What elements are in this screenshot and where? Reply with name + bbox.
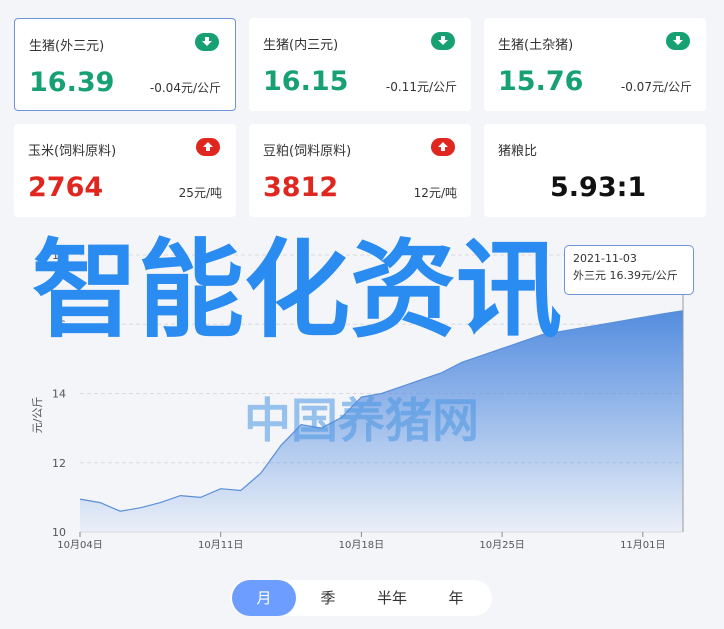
down-arrow-icon bbox=[666, 32, 690, 50]
x-tick-label: 10月18日 bbox=[339, 539, 384, 551]
up-arrow-icon bbox=[196, 138, 220, 156]
card-value: 16.15 bbox=[263, 66, 349, 97]
price-card-corn[interactable]: 玉米(饲料原料) 2764 25元/吨 bbox=[14, 124, 236, 217]
price-card-tuzazhu[interactable]: 生猪(土杂猪) 15.76 -0.07元/公斤 bbox=[484, 18, 706, 111]
y-tick-label: 10 bbox=[52, 526, 66, 539]
price-card-soymeal[interactable]: 豆粕(饲料原料) 3812 12元/吨 bbox=[249, 124, 471, 217]
price-card-waisanyuan[interactable]: 生猪(外三元) 16.39 -0.04元/公斤 bbox=[14, 18, 236, 111]
card-value: 16.39 bbox=[29, 67, 115, 98]
price-card-pig-grain-ratio[interactable]: 猪粮比 5.93:1 bbox=[484, 124, 706, 217]
period-selector: 月 季 半年 年 bbox=[230, 580, 492, 616]
card-change: -0.04元/公斤 bbox=[149, 81, 221, 95]
card-change: -0.11元/公斤 bbox=[385, 80, 457, 94]
card-name: 猪粮比 bbox=[498, 144, 538, 159]
price-card-neisanyuan[interactable]: 生猪(内三元) 16.15 -0.11元/公斤 bbox=[249, 18, 471, 111]
card-name: 玉米(饲料原料) bbox=[28, 144, 117, 159]
card-name: 豆粕(饲料原料) bbox=[263, 144, 352, 159]
card-name: 生猪(内三元) bbox=[263, 38, 339, 53]
y-axis-label: 元/公斤 bbox=[31, 397, 44, 434]
up-arrow-icon bbox=[431, 138, 455, 156]
down-arrow-icon bbox=[431, 32, 455, 50]
tooltip-value: 外三元 16.39元/公斤 bbox=[573, 269, 678, 282]
tab-month[interactable]: 月 bbox=[232, 580, 296, 616]
tab-year[interactable]: 年 bbox=[424, 580, 488, 616]
card-change: 12元/吨 bbox=[413, 186, 457, 200]
tab-quarter[interactable]: 季 bbox=[296, 580, 360, 616]
x-tick-label: 11月01日 bbox=[620, 539, 665, 551]
card-value: 5.93:1 bbox=[550, 172, 647, 203]
x-tick-label: 10月11日 bbox=[198, 539, 243, 551]
card-value: 2764 bbox=[28, 172, 104, 203]
chart-tooltip: 2021-11-03 外三元 16.39元/公斤 bbox=[564, 245, 694, 295]
card-name: 生猪(土杂猪) bbox=[498, 38, 574, 53]
overlay-subtitle: 中国养猪网 bbox=[244, 394, 479, 449]
x-tick-label: 10月04日 bbox=[57, 539, 102, 551]
card-change: 25元/吨 bbox=[178, 186, 222, 200]
card-change: -0.07元/公斤 bbox=[620, 80, 692, 94]
card-value: 3812 bbox=[263, 172, 339, 203]
y-tick-label: 14 bbox=[52, 388, 66, 401]
card-value: 15.76 bbox=[498, 66, 584, 97]
x-tick-label: 10月25日 bbox=[479, 539, 524, 551]
y-tick-label: 12 bbox=[52, 457, 66, 470]
tooltip-date: 2021-11-03 bbox=[573, 252, 637, 265]
tab-half-year[interactable]: 半年 bbox=[360, 580, 424, 616]
card-name: 生猪(外三元) bbox=[29, 39, 105, 54]
overlay-title: 智能化资讯 bbox=[32, 229, 562, 352]
down-arrow-icon bbox=[195, 33, 219, 51]
